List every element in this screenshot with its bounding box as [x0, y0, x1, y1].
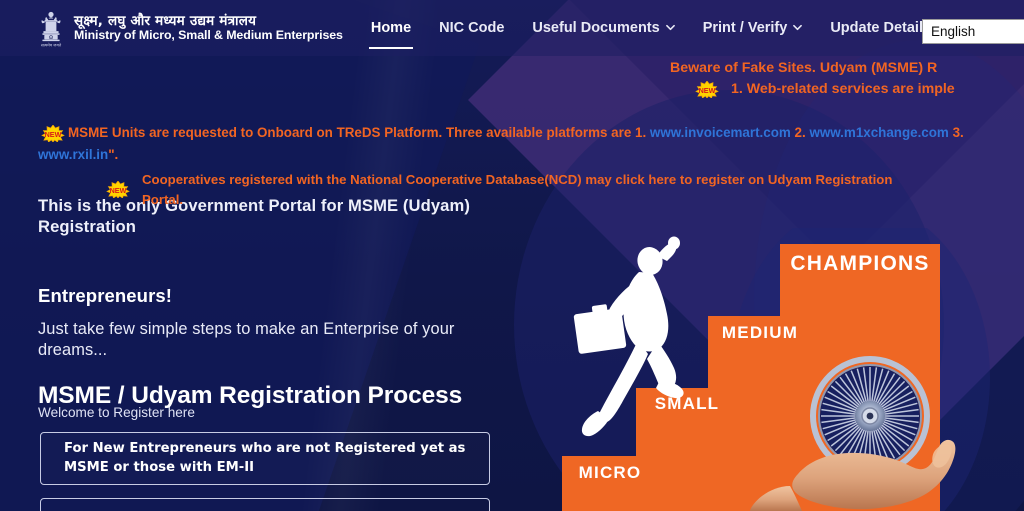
nav-label: NIC Code [439, 20, 505, 36]
hero-entrepreneurs-heading: Entrepreneurs! [38, 285, 173, 307]
nav-item-useful-documents[interactable]: Useful Documents [518, 16, 688, 40]
announcement-text: 1. Web-related services are imple [731, 81, 955, 98]
announcement-treds: NEW MSME Units are requested to Onboard … [38, 124, 964, 162]
new-badge-icon: NEW [38, 124, 68, 142]
treds-suffix-text: ". [108, 146, 119, 162]
svg-text:सत्यमेव जयते: सत्यमेव जयते [41, 43, 62, 48]
nav-label: Useful Documents [532, 20, 660, 36]
svg-text:MICRO: MICRO [579, 463, 642, 482]
announcement-text: Beware of Fake Sites. Udyam (MSME) R [670, 60, 938, 76]
svg-text:MEDIUM: MEDIUM [722, 323, 798, 342]
champions-staircase-graphic: MICRO SMALL MEDIUM CHAMPIONS [540, 228, 1024, 511]
chevron-down-icon [793, 20, 803, 36]
treds-number-2: 2 [794, 125, 802, 140]
svg-text:SMALL: SMALL [655, 394, 720, 413]
svg-text:NEW: NEW [45, 130, 62, 139]
nav-item-print-verify[interactable]: Print / Verify [689, 16, 817, 40]
hero-text-block: This is the only Government Portal for M… [38, 196, 508, 410]
welcome-label: Welcome to Register here [38, 405, 195, 420]
top-navigation-bar: सत्यमेव जयते सूक्ष्म, लघु और मध्यम उद्यम… [0, 0, 1024, 56]
ashoka-emblem-icon: सत्यमेव जयते [36, 7, 66, 49]
nav-label: Print / Verify [702, 20, 788, 36]
register-migrated-button[interactable]: You are Migrated to Udyam (Re-Register) [40, 498, 490, 511]
nav-label: Home [370, 20, 412, 36]
nav-item-home[interactable]: Home [357, 16, 425, 49]
announcement-web-services[interactable]: NEW 1. Web-related services are imple [670, 79, 1024, 100]
nav-label: Update Details [830, 20, 932, 36]
announcement-cooperatives[interactable]: NEW Cooperatives registered with the Nat… [103, 170, 933, 210]
new-badge-icon: NEW [103, 181, 133, 199]
treds-prefix-text: MSME Units are requested to Onboard on T… [68, 125, 635, 140]
treds-number-1: 1 [635, 125, 643, 140]
language-selected-value: English [931, 24, 976, 39]
hero-tagline: Just take few simple steps to make an En… [38, 320, 455, 359]
page-root: सत्यमेव जयते सूक्ष्म, लघु और मध्यम उद्यम… [0, 0, 1024, 511]
brand-logo-block[interactable]: सत्यमेव जयते सूक्ष्म, लघु और मध्यम उद्यम… [0, 7, 343, 49]
cooperatives-text: Cooperatives registered with the Nationa… [142, 172, 893, 207]
announcement-fake-sites[interactable]: Beware of Fake Sites. Udyam (MSME) R [670, 58, 1024, 79]
ministry-name-hindi: सूक्ष्म, लघु और मध्यम उद्यम मंत्रालय [74, 12, 257, 29]
new-badge-icon: NEW [692, 81, 722, 99]
ministry-name-english: Ministry of Micro, Small & Medium Enterp… [74, 27, 343, 42]
treds-number-3: 3 [952, 125, 961, 140]
chevron-down-icon [665, 20, 675, 36]
register-new-entrepreneurs-button[interactable]: For New Entrepreneurs who are not Regist… [40, 432, 490, 485]
treds-link-rxil[interactable]: www.rxil.in [38, 147, 108, 162]
language-selector[interactable]: English [922, 19, 1024, 44]
svg-text:CHAMPIONS: CHAMPIONS [790, 252, 929, 275]
register-new-label: For New Entrepreneurs who are not Regist… [64, 441, 466, 475]
nav-item-nic-code[interactable]: NIC Code [425, 16, 518, 40]
active-underline [368, 47, 414, 49]
treds-link-m1xchange[interactable]: www.m1xchange.com [809, 125, 948, 140]
svg-text:NEW: NEW [699, 86, 716, 95]
svg-text:NEW: NEW [110, 186, 127, 195]
announcement-marquee-right: Beware of Fake Sites. Udyam (MSME) R NEW… [670, 58, 1024, 101]
treds-link-invoicemart[interactable]: www.invoicemart.com [650, 125, 791, 140]
